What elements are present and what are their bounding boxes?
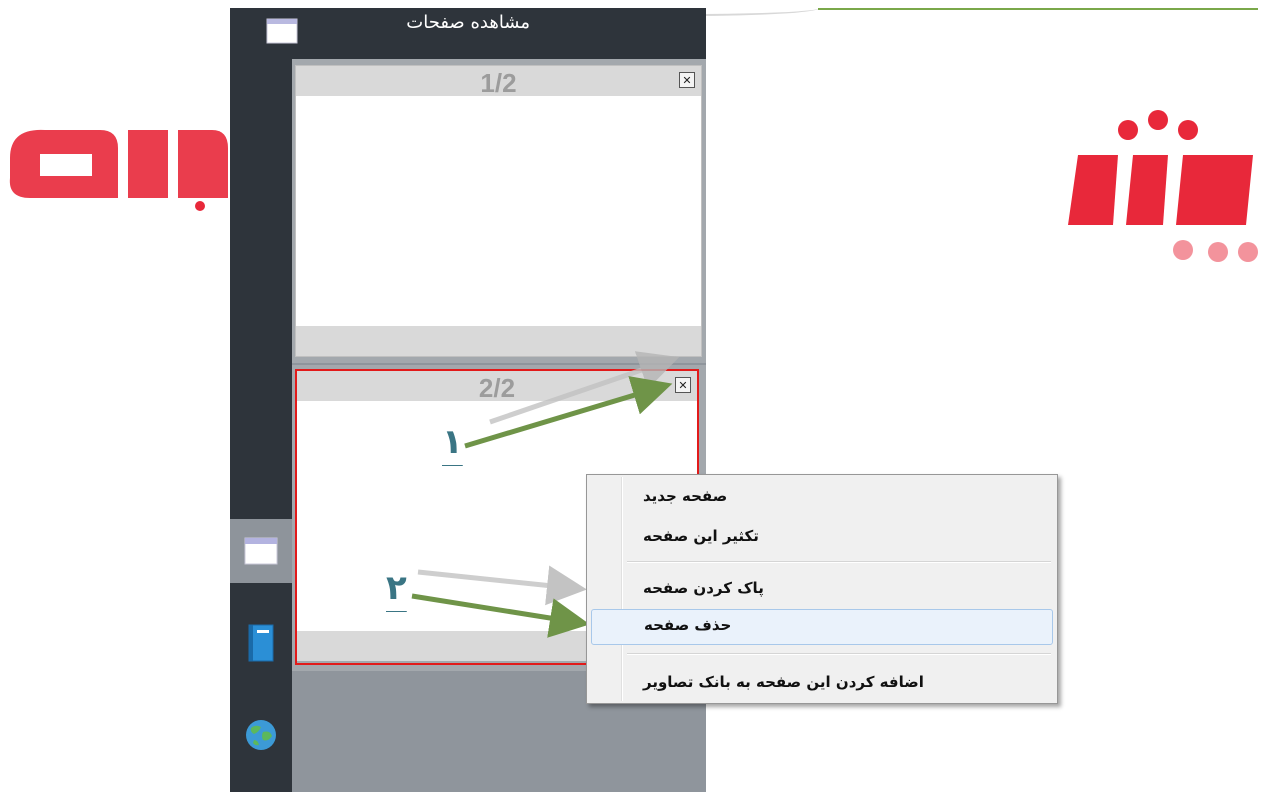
header-title: مشاهده صفحات	[406, 12, 530, 33]
page-number: 1/2	[480, 68, 517, 98]
menu-separator	[627, 561, 1051, 563]
annotation-step-1: ۱	[442, 422, 463, 462]
page-footer-strip	[296, 326, 701, 356]
page-thumbnail[interactable]: 1/2 ✕	[292, 59, 706, 363]
page-view-icon[interactable]	[266, 18, 298, 44]
context-menu: صفحه جدید تکثیر این صفحه پاک کردن صفحه ح…	[586, 474, 1058, 704]
page-preview[interactable]: 1/2 ✕	[295, 65, 702, 357]
window-icon	[244, 537, 278, 565]
menu-item-label: پاک کردن صفحه	[643, 579, 764, 597]
menu-item-label: اضافه کردن این صفحه به بانک تصاویر	[643, 673, 924, 691]
menu-item-duplicate-page[interactable]: تکثیر این صفحه	[591, 523, 1053, 553]
close-icon[interactable]: ✕	[675, 377, 691, 393]
background-rule	[818, 8, 1258, 10]
menu-item-delete-page[interactable]: حذف صفحه	[591, 609, 1053, 645]
menu-separator	[627, 653, 1051, 655]
watermark-logo-left	[9, 129, 228, 211]
rail-button-notebook[interactable]	[230, 611, 292, 675]
rail-button-web[interactable]	[230, 703, 292, 767]
menu-item-label: تکثیر این صفحه	[643, 527, 759, 545]
menu-item-clear-page[interactable]: پاک کردن صفحه	[591, 575, 1053, 605]
annotation-step-2: ۲	[386, 568, 407, 608]
menu-item-label: صفحه جدید	[643, 487, 728, 505]
close-icon[interactable]: ✕	[679, 72, 695, 88]
menu-item-new-page[interactable]: صفحه جدید	[591, 483, 1053, 513]
globe-icon	[246, 720, 276, 750]
menu-item-add-to-gallery[interactable]: اضافه کردن این صفحه به بانک تصاویر	[591, 669, 1053, 699]
rail-button-pages[interactable]	[230, 519, 292, 583]
page-number: 2/2	[478, 373, 516, 403]
side-rail	[230, 59, 292, 792]
header-bar: مشاهده صفحات	[230, 8, 706, 59]
menu-item-label: حذف صفحه	[644, 616, 732, 634]
book-icon	[248, 624, 274, 662]
watermark-logo-right	[1068, 110, 1258, 262]
